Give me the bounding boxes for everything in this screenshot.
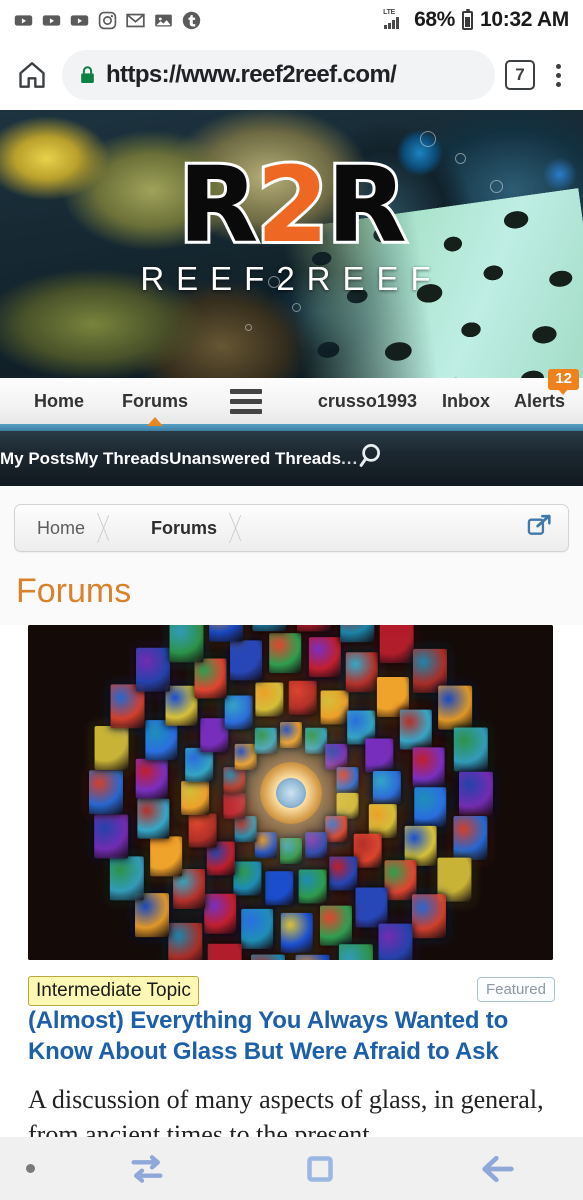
nav-item-forums[interactable]: Forums [122,390,189,426]
nav-item-forums-label: Forums [122,390,189,411]
status-notification-icons [14,11,201,30]
battery-icon [461,8,473,30]
stained-glass-pane [251,679,286,718]
breadcrumb-chevron-icon [227,505,249,551]
stained-glass-pane [300,828,331,861]
stained-glass-pane [279,721,302,748]
kebab-menu-icon[interactable] [545,55,571,95]
rose-window-center [259,761,322,824]
topic-badge[interactable]: Intermediate Topic [28,976,199,1006]
article-thumbnail-image[interactable] [28,625,553,960]
logo-digit-2: 2 [253,144,331,266]
stained-glass-pane [236,905,277,952]
logo-text: R2R [0,150,583,260]
home-square-icon[interactable] [302,1151,338,1187]
featured-tag: Featured [476,977,555,1002]
stained-glass-pane [177,780,212,815]
page-content: Home Forums Forums Intermediate Topic (A… [0,486,583,1153]
home-icon[interactable] [12,55,52,95]
page-title: Forums [16,572,132,610]
stained-glass-pane [268,632,302,673]
address-bar[interactable]: https://www.reef2reef.com/ [62,50,495,100]
logo-letter-r-right: R [324,144,410,266]
stained-glass-pane [224,636,267,684]
stained-glass-pane [369,770,404,805]
clock-label: 10:32 AM [479,8,569,31]
alerts-count-badge: 12 [548,368,579,395]
stained-glass-pane [314,901,357,949]
network-type-label: LTE [383,9,395,16]
breadcrumb-wrapper: Home Forums [0,486,583,552]
article-title-link[interactable]: (Almost) Everything You Always Wanted to… [28,1006,555,1067]
instagram-icon [98,11,117,30]
logo-subtitle: REEF2REEF [140,259,443,297]
stained-glass-rose-window [28,625,553,960]
nav-item-alerts[interactable]: Alerts 12 [514,368,579,412]
main-navigation: Home Forums crusso1993 Inbox Alerts 12 [0,368,583,426]
stained-glass-pane [279,837,302,864]
stained-glass-pane [219,792,249,819]
nav-item-inbox[interactable]: Inbox [442,391,490,412]
dot-indicator-icon [26,1164,35,1173]
subnav-item-more[interactable]: ... [341,449,358,469]
stained-glass-pane [286,679,318,716]
logo-letter-r-left: R [175,144,261,266]
back-arrow-icon[interactable] [478,1149,518,1189]
battery-percent-label: 68% [414,8,455,31]
article-title-row: Intermediate Topic (Almost) Everything Y… [28,976,555,1067]
nav-item-home[interactable]: Home [34,391,84,412]
nav-item-username[interactable]: crusso1993 [318,391,417,412]
url-text: https://www.reef2reef.com/ [106,61,397,88]
stained-glass-pane [332,766,362,793]
stained-glass-pane [130,798,175,839]
featured-article-card[interactable]: Intermediate Topic (Almost) Everything Y… [0,625,583,1153]
breadcrumb-item-home[interactable]: Home [15,518,85,539]
youtube-icon [14,11,33,30]
stained-glass-pane [83,769,127,814]
sub-navigation: My Posts My Threads Unanswered Threads .… [0,431,583,486]
tab-count-button[interactable]: 7 [505,60,535,90]
tumblr-icon [182,11,201,30]
android-navigation-bar [0,1137,583,1200]
subnav-item-unanswered-threads[interactable]: Unanswered Threads [169,449,341,469]
subnav-item-my-threads[interactable]: My Threads [75,449,169,469]
stained-glass-pane [263,869,295,906]
nav-underline-divider [0,424,583,431]
stained-glass-pane [408,786,451,827]
youtube-icon [42,11,61,30]
signal-strength-icon: LTE [383,9,407,30]
external-link-icon[interactable] [526,512,554,545]
youtube-icon [70,11,89,30]
status-system-indicators: LTE 68% 10:32 AM [383,8,569,32]
photos-icon [154,11,173,30]
breadcrumb: Home Forums [14,504,569,552]
recents-icon[interactable] [127,1149,167,1189]
stained-glass-pane [406,746,451,787]
status-bar: LTE 68% 10:32 AM [0,0,583,40]
stained-glass-pane [453,771,497,816]
lock-icon [80,66,95,84]
stained-glass-pane [279,912,313,953]
subnav-item-my-posts[interactable]: My Posts [0,449,75,469]
search-icon[interactable] [358,441,388,476]
browser-toolbar: https://www.reef2reef.com/ 7 [0,40,583,110]
site-header-banner[interactable]: R2R REEF2REEF [0,110,583,378]
stained-glass-pane [250,724,281,757]
phone-screen: LTE 68% 10:32 AM https://www.reef2reef.c… [0,0,583,1200]
breadcrumb-chevron-icon [95,505,117,551]
site-logo[interactable]: R2R REEF2REEF [0,150,583,298]
stained-glass-pane [304,633,345,680]
hamburger-menu-icon[interactable] [230,388,263,414]
nav-active-caret-icon [147,416,164,426]
stained-glass-pane [130,758,173,799]
mail-icon [126,11,145,30]
stained-glass-pane [295,866,330,905]
breadcrumb-item-forums[interactable]: Forums [117,518,217,539]
